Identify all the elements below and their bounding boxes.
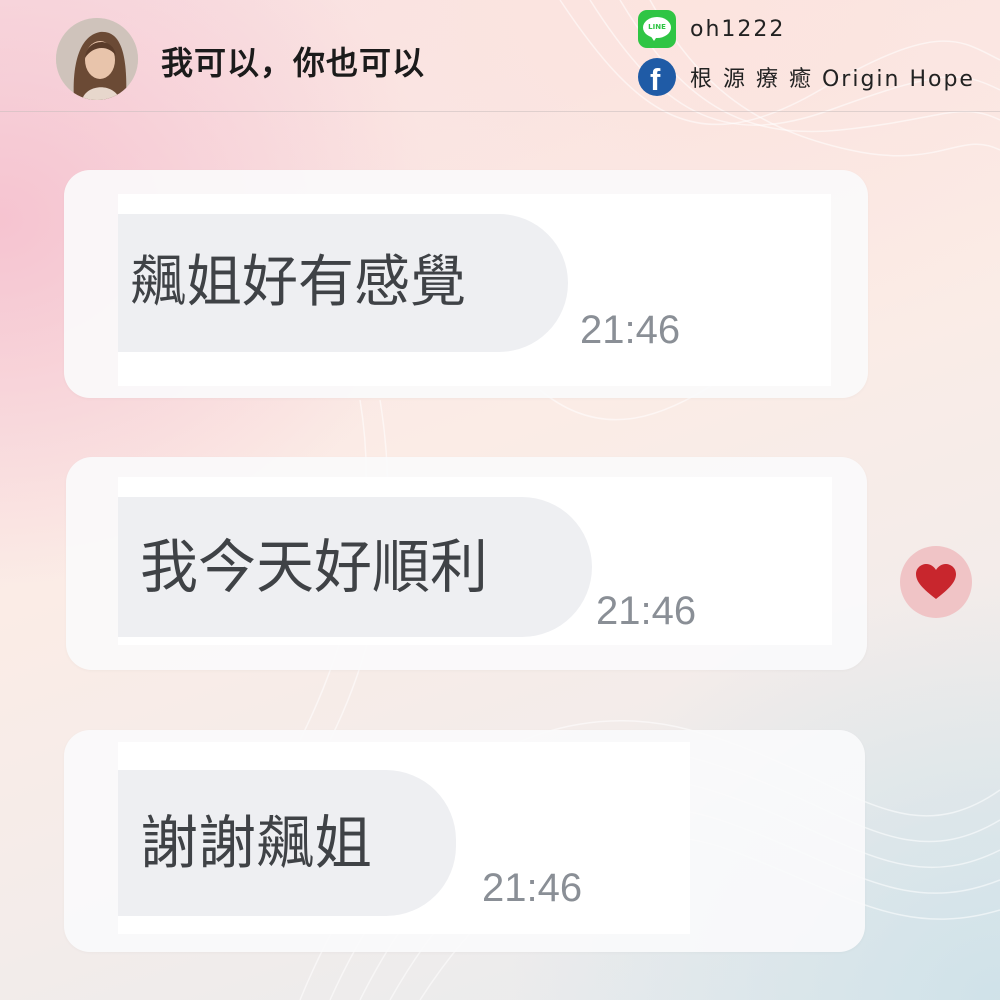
message-timestamp: 21:46 — [580, 308, 681, 352]
message-bubble: 我今天好順利 — [118, 497, 592, 637]
message-timestamp: 21:46 — [596, 589, 697, 633]
avatar-photo — [56, 18, 138, 100]
header-divider — [0, 111, 1000, 112]
profile-header: 我可以，你也可以 LINE oh1222 f 根 源 療 癒 Origin Ho… — [0, 0, 1000, 112]
message-bubble: 謝謝飆姐 — [118, 770, 456, 916]
line-id: oh1222 — [690, 16, 786, 42]
heart-icon — [916, 564, 956, 599]
facebook-page-name: 根 源 療 癒 Origin Hope — [690, 67, 975, 92]
message-timestamp: 21:46 — [482, 866, 583, 910]
avatar[interactable] — [56, 18, 138, 100]
message-card: 謝謝飆姐 21:46 — [64, 730, 865, 952]
message-bubble: 飆姐好有感覺 — [118, 214, 568, 352]
facebook-contact[interactable]: f 根 源 療 癒 Origin Hope — [638, 58, 975, 97]
line-icon: LINE — [638, 10, 676, 48]
line-contact[interactable]: LINE oh1222 — [638, 10, 785, 48]
message-card: 我今天好順利 21:46 — [66, 457, 867, 670]
chat-screenshot: 我今天好順利 21:46 — [118, 477, 832, 645]
facebook-icon: f — [638, 58, 676, 97]
chat-screenshot: 飆姐好有感覺 21:46 — [118, 194, 831, 386]
message-card: 飆姐好有感覺 21:46 — [64, 170, 868, 398]
page-title: 我可以，你也可以 — [161, 44, 426, 82]
chat-screenshot: 謝謝飆姐 21:46 — [118, 742, 690, 934]
heart-reaction-button[interactable] — [900, 546, 972, 618]
